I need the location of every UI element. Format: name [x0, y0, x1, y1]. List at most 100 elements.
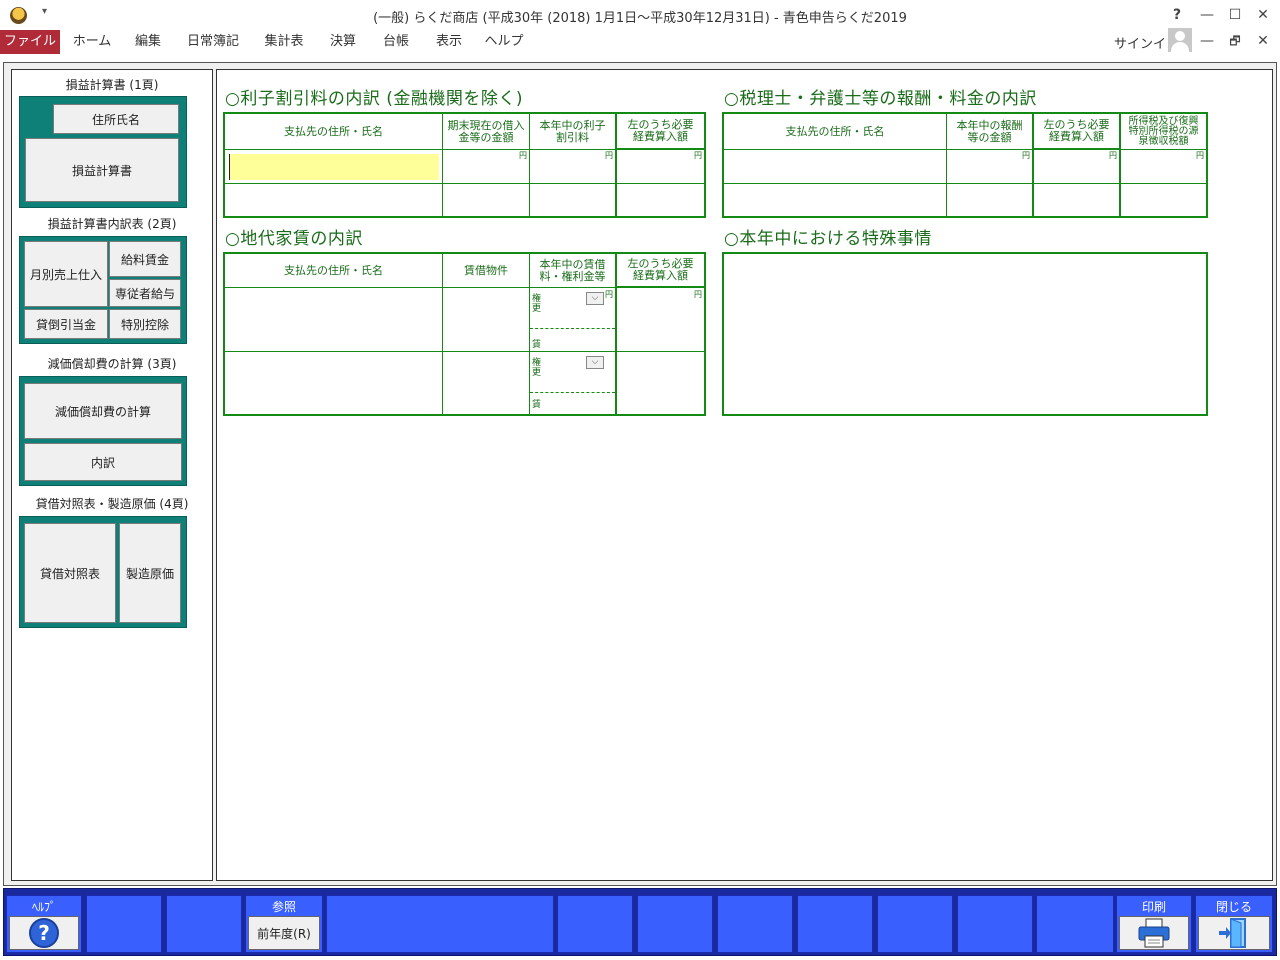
interest-row1-amount[interactable]: 円 — [530, 150, 617, 184]
main-content: ○利子割引料の内訳 (金融機関を除く) 支払先の住所・氏名 期末現在の借入金等の… — [216, 69, 1273, 881]
profit-loss-button[interactable]: 損益計算書 — [25, 138, 179, 202]
depreciation-calc-button[interactable]: 減価償却費の計算 — [24, 383, 182, 439]
rent-row1-payee[interactable] — [225, 288, 443, 352]
help-fkey-button[interactable]: ? — [9, 916, 79, 950]
rent-row1-type-dropdown[interactable]: ⌵ — [586, 292, 604, 305]
rent-row1-divider — [530, 328, 615, 329]
family-employee-salary-button[interactable]: 専従者給与 — [109, 279, 181, 307]
group-box-pl-detail: 月別売上仕入 給料賃金 専従者給与 貸倒引当金 特別控除 — [19, 236, 187, 344]
interest-header-balance: 期末現在の借入金等の金額 — [443, 114, 530, 150]
fkey-empty-6[interactable] — [557, 895, 633, 953]
interest-table: 支払先の住所・氏名 期末現在の借入金等の金額 本年中の利子割引料 左のうち必要経… — [223, 112, 706, 218]
salary-button[interactable]: 給料賃金 — [109, 241, 181, 277]
interest-row2-balance[interactable] — [443, 184, 530, 216]
rent-row2-type-dropdown[interactable]: ⌵ — [586, 356, 604, 369]
tax-advisor-table: 支払先の住所・氏名 本年中の報酬等の金額 左のうち必要経費算入額 所得税及び復興… — [722, 112, 1208, 218]
menu-bar: ファイル ホーム 編集 日常簿記 集計表 決算 台帳 表示 ヘルプ サインイン … — [0, 30, 1280, 54]
advisor-header-expense: 左のうち必要経費算入額 — [1034, 114, 1121, 150]
menu-edit[interactable]: 編集 — [124, 30, 172, 54]
interest-row2-expense[interactable] — [617, 184, 704, 216]
maximize-button[interactable]: ☐ — [1222, 4, 1248, 26]
fkey-empty-2[interactable] — [86, 895, 162, 953]
exit-door-icon — [1219, 918, 1246, 948]
minimize-button[interactable]: — — [1194, 4, 1220, 26]
fkey-empty-9[interactable] — [797, 895, 873, 953]
interest-row2-amount[interactable] — [530, 184, 617, 216]
rent-row2-payee[interactable] — [225, 352, 443, 414]
main-frame: 損益計算書 (1頁) 住所氏名 損益計算書 損益計算書内訳表 (2頁) 月別売上… — [3, 62, 1277, 886]
interest-header-expense: 左のうち必要経費算入額 — [617, 114, 704, 150]
user-avatar-icon[interactable] — [1168, 28, 1192, 52]
rent-row2-divider — [530, 392, 615, 393]
special-deduction-button[interactable]: 特別控除 — [109, 309, 181, 339]
advisor-header-withholding: 所得税及び復興特別所得税の源泉徴収税額 — [1121, 114, 1206, 150]
depreciation-detail-button[interactable]: 内訳 — [24, 443, 182, 481]
sidebar: 損益計算書 (1頁) 住所氏名 損益計算書 損益計算書内訳表 (2頁) 月別売上… — [11, 69, 213, 881]
interest-row1-payee-cell — [225, 150, 443, 184]
menu-daily-bookkeeping[interactable]: 日常簿記 — [178, 30, 248, 54]
advisor-header-payee: 支払先の住所・氏名 — [724, 114, 947, 150]
help-button[interactable]: ? — [1164, 4, 1190, 26]
print-button[interactable] — [1119, 916, 1189, 950]
rent-row2-expense[interactable] — [617, 352, 704, 414]
bad-debt-reserve-button[interactable]: 貸倒引当金 — [24, 309, 108, 339]
menu-file[interactable]: ファイル — [0, 30, 60, 54]
group-box-pl: 住所氏名 損益計算書 — [19, 96, 187, 208]
interest-section-title: ○利子割引料の内訳 (金融機関を除く) — [225, 89, 524, 109]
group-title-pl: 損益計算書 (1頁) — [65, 78, 159, 92]
print-label: 印刷 — [1141, 900, 1166, 914]
menu-help[interactable]: ヘルプ — [478, 30, 530, 54]
monthly-sales-button[interactable]: 月別売上仕入 — [24, 241, 108, 307]
group-box-balance: 貸借対照表 製造原価 — [19, 516, 187, 628]
title-bar: ▾ (一般) らくだ商店 (平成30年 (2018) 1月1日～平成30年12月… — [0, 0, 1280, 30]
fkey-close: 閉じる — [1195, 895, 1273, 953]
rent-row2-property[interactable] — [443, 352, 530, 414]
advisor-row2-amount[interactable] — [947, 184, 1034, 216]
interest-row1-expense[interactable]: 円 — [617, 150, 704, 184]
manufacturing-cost-button[interactable]: 製造原価 — [119, 523, 181, 623]
advisor-row1-withholding[interactable]: 円 — [1121, 150, 1206, 184]
advisor-row2-payee[interactable] — [724, 184, 947, 216]
advisor-header-amount: 本年中の報酬等の金額 — [947, 114, 1034, 150]
ribbon-minimize-button[interactable]: — — [1194, 30, 1220, 52]
rent-row1-amount-cell: 権 更 ⌵ 円 賃 — [530, 288, 617, 352]
fkey-empty-3[interactable] — [166, 895, 242, 953]
rent-header-rent-amount: 本年中の賃借料・権利金等 — [530, 254, 617, 288]
advisor-row1-amount[interactable]: 円 — [947, 150, 1034, 184]
menu-view[interactable]: 表示 — [426, 30, 472, 54]
advisor-row2-withholding[interactable] — [1121, 184, 1206, 216]
advisor-row2-expense[interactable] — [1034, 184, 1121, 216]
ribbon-close-button[interactable]: ✕ — [1250, 30, 1276, 52]
menu-ledger[interactable]: 台帳 — [372, 30, 420, 54]
advisor-row1-expense[interactable]: 円 — [1034, 150, 1121, 184]
fkey-empty-7[interactable] — [637, 895, 713, 953]
rent-header-payee: 支払先の住所・氏名 — [225, 254, 443, 288]
balance-sheet-button[interactable]: 貸借対照表 — [24, 523, 116, 623]
advisor-row1-payee[interactable] — [724, 150, 947, 184]
prev-year-button[interactable]: 前年度(R) — [248, 916, 320, 950]
interest-header-amount: 本年中の利子割引料 — [530, 114, 617, 150]
reference-label: 参照 — [271, 900, 296, 914]
close-window-button[interactable]: ✕ — [1250, 4, 1276, 26]
special-textarea[interactable] — [722, 252, 1208, 416]
interest-row1-payee-input[interactable] — [229, 154, 439, 180]
ribbon-restore-button[interactable]: 🗗 — [1222, 30, 1248, 52]
fkey-empty-5[interactable] — [326, 895, 554, 953]
fkey-empty-11[interactable] — [957, 895, 1033, 953]
rent-row1-property[interactable] — [443, 288, 530, 352]
interest-row2-payee[interactable] — [225, 184, 443, 216]
close-button[interactable] — [1198, 916, 1270, 950]
fkey-reference: 参照 前年度(R) — [245, 895, 323, 953]
interest-row1-balance[interactable]: 円 — [443, 150, 530, 184]
group-title-depreciation: 減価償却費の計算 (3頁) — [47, 357, 177, 371]
group-title-pl-detail: 損益計算書内訳表 (2頁) — [47, 217, 177, 231]
window-title: (一般) らくだ商店 (平成30年 (2018) 1月1日～平成30年12月31… — [373, 11, 907, 26]
menu-home[interactable]: ホーム — [66, 30, 118, 54]
fkey-empty-10[interactable] — [877, 895, 953, 953]
menu-settlement[interactable]: 決算 — [320, 30, 366, 54]
rent-row1-expense[interactable]: 円 — [617, 288, 704, 352]
fkey-empty-8[interactable] — [717, 895, 793, 953]
address-name-button[interactable]: 住所氏名 — [53, 104, 179, 134]
fkey-empty-12[interactable] — [1036, 895, 1114, 953]
menu-summary[interactable]: 集計表 — [254, 30, 314, 54]
